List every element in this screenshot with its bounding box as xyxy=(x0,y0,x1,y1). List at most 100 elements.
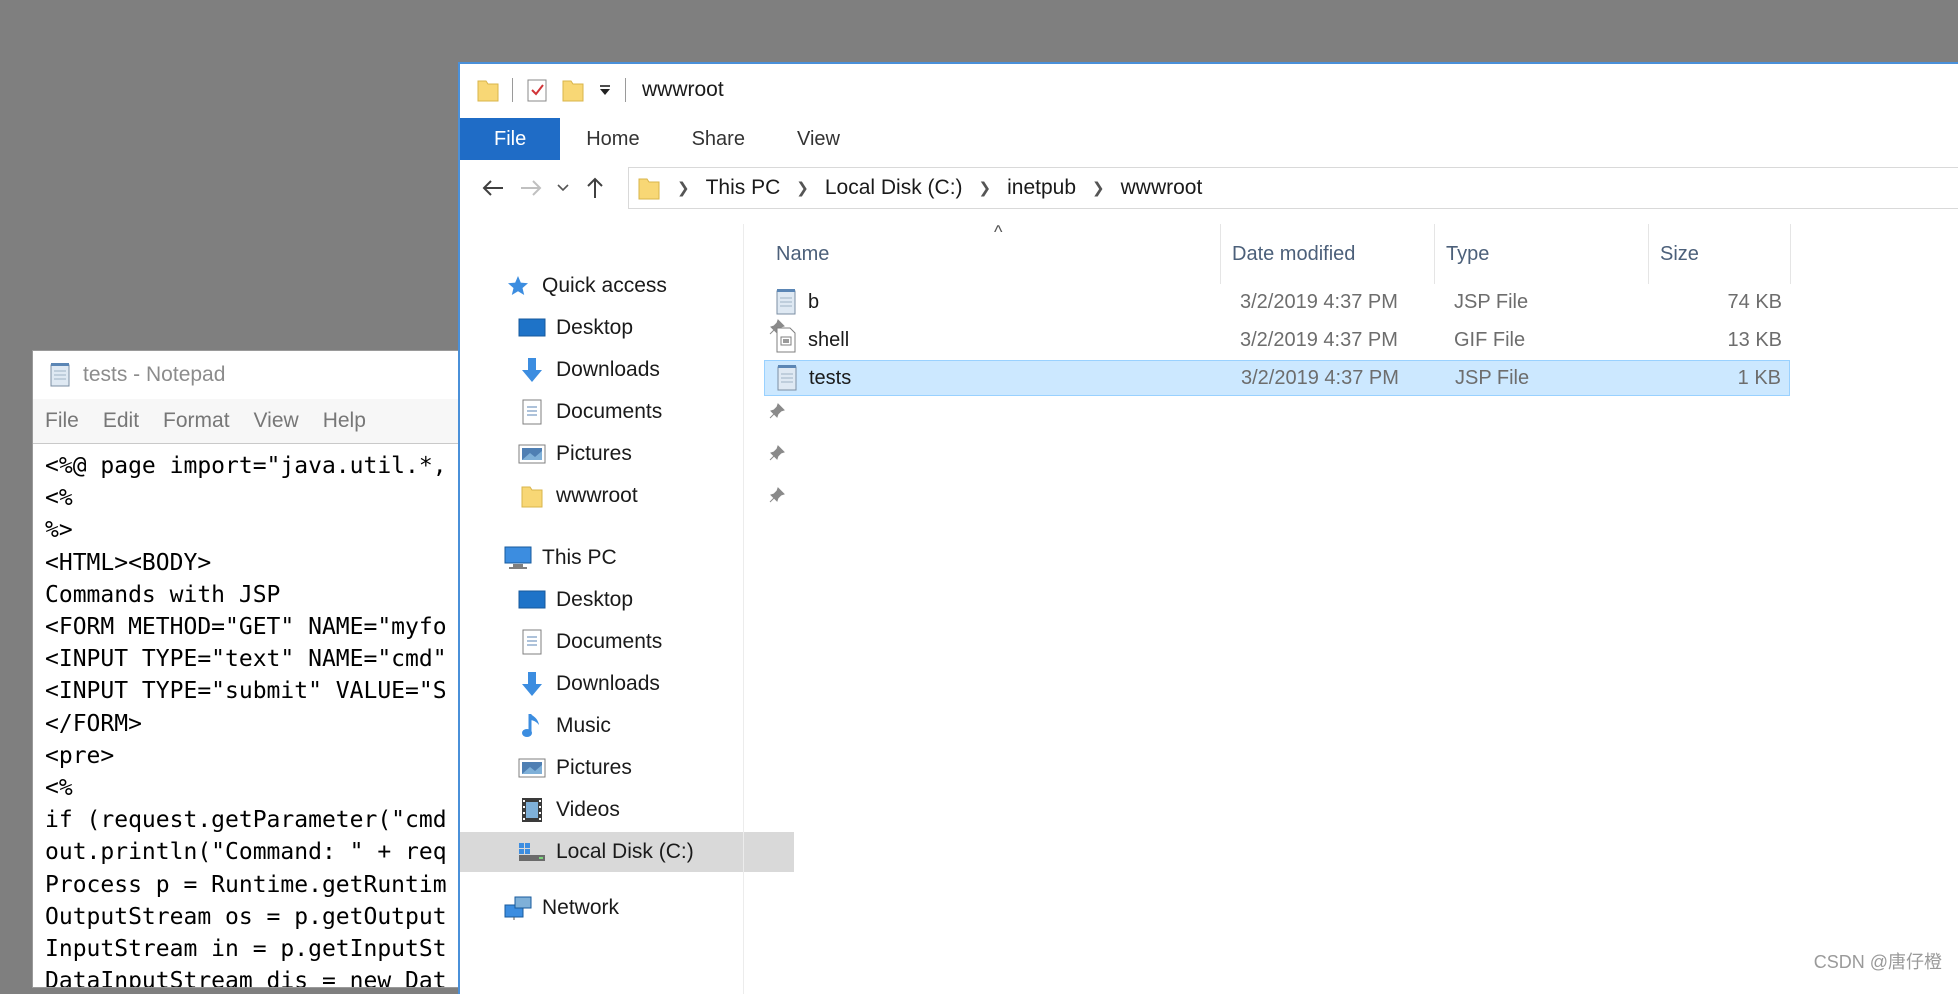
navigation-pane: Quick access Desktop Downloads Documents xyxy=(460,224,794,994)
file-date: 3/2/2019 4:37 PM xyxy=(1240,328,1398,351)
window-title: wwwroot xyxy=(642,78,724,101)
customize-toolbar-icon[interactable] xyxy=(597,82,613,98)
code-line: <INPUT TYPE="text" NAME="cmd" xyxy=(45,646,447,673)
watermark: CSDN @唐仔橙 xyxy=(1813,952,1942,972)
gif-file-icon xyxy=(776,327,796,353)
back-button[interactable] xyxy=(474,179,512,197)
properties-icon[interactable] xyxy=(525,77,549,103)
forward-button[interactable] xyxy=(512,179,550,197)
column-header-name[interactable]: Name xyxy=(764,224,1220,284)
notepad-menu-view[interactable]: View xyxy=(254,409,299,433)
tab-view[interactable]: View xyxy=(771,118,866,160)
chevron-right-icon[interactable]: ❯ xyxy=(979,179,992,197)
code-line: <HTML><BODY> xyxy=(45,549,212,576)
jsp-file-icon xyxy=(776,289,796,315)
chevron-right-icon: ❯ xyxy=(677,180,690,197)
nav-network[interactable]: Network xyxy=(460,888,780,928)
notepad-text-area[interactable]: <%@ page import="java.util.*, <% %> <HTML><… xyxy=(33,443,473,987)
code-line: </FORM> xyxy=(45,710,142,737)
notepad-title: tests - Notepad xyxy=(83,363,226,386)
column-header-type[interactable]: Type xyxy=(1434,224,1648,284)
nav-quick-access[interactable]: Quick access xyxy=(460,266,780,306)
column-divider[interactable] xyxy=(1790,224,1791,284)
notepad-titlebar[interactable]: tests - Notepad xyxy=(33,351,473,399)
code-line: <FORM METHOD="GET" NAME="myfo xyxy=(45,614,447,641)
chevron-right-icon[interactable]: ❯ xyxy=(796,179,809,197)
explorer-window[interactable]: wwwroot File Home Share View ❯ This PC ❯… xyxy=(458,62,1958,994)
notepad-menubar: File Edit Format View Help xyxy=(33,399,473,443)
file-date: 3/2/2019 4:37 PM xyxy=(1241,366,1399,389)
code-line: OutputStream os = p.getOutput xyxy=(45,903,447,930)
file-row[interactable]: b 3/2/2019 4:37 PM JSP File 74 KB xyxy=(764,284,1790,320)
forward-arrow-icon xyxy=(521,180,542,196)
file-name: tests xyxy=(809,366,852,389)
nav-label: Downloads xyxy=(556,358,660,381)
address-row: ❯ This PC ❯ Local Disk (C:) ❯ inetpub ❯ … xyxy=(460,160,1958,216)
code-line: <INPUT TYPE="submit" VALUE="S xyxy=(45,678,447,705)
chevron-right-icon[interactable]: ❯ xyxy=(1092,179,1105,197)
ribbon-tabs: File Home Share View xyxy=(460,118,1958,161)
file-row-selected[interactable]: tests 3/2/2019 4:37 PM JSP File 1 KB xyxy=(764,360,1790,396)
breadcrumb-inetpub[interactable]: inetpub xyxy=(1007,176,1076,200)
nav-label: Network xyxy=(542,896,620,919)
breadcrumb-wwwroot[interactable]: wwwroot xyxy=(1121,176,1203,200)
breadcrumb-this-pc[interactable]: This PC xyxy=(706,176,781,200)
code-line: <%@ page import="java.util.*, xyxy=(45,453,447,479)
file-list-pane: ^ Name Date modified Type Size b 3/2/201… xyxy=(744,222,1958,994)
notepad-menu-edit[interactable]: Edit xyxy=(103,409,139,433)
nav-label: Pictures xyxy=(556,756,632,779)
recent-locations-button[interactable] xyxy=(550,184,576,192)
videos-icon xyxy=(516,796,548,824)
explorer-titlebar[interactable]: wwwroot xyxy=(460,64,1958,116)
toolbar-separator xyxy=(512,78,513,102)
notepad-menu-file[interactable]: File xyxy=(45,409,79,433)
notepad-menu-format[interactable]: Format xyxy=(163,409,230,433)
star-icon xyxy=(502,272,534,300)
code-line: <pre> xyxy=(45,742,115,769)
tab-file[interactable]: File xyxy=(460,118,561,160)
documents-icon xyxy=(516,628,548,656)
file-row[interactable]: shell 3/2/2019 4:37 PM GIF File 13 KB xyxy=(764,322,1790,358)
file-date: 3/2/2019 4:37 PM xyxy=(1240,290,1398,313)
file-name: b xyxy=(808,290,820,313)
up-button[interactable] xyxy=(576,177,614,199)
file-size: 74 KB xyxy=(1727,290,1782,313)
address-bar[interactable]: ❯ This PC ❯ Local Disk (C:) ❯ inetpub ❯ … xyxy=(628,167,1958,209)
nav-this-pc[interactable]: This PC xyxy=(460,538,780,578)
pictures-icon xyxy=(516,440,548,468)
documents-icon xyxy=(516,398,548,426)
code-line: Process p = Runtime.getRuntim xyxy=(45,871,447,898)
nav-label: This PC xyxy=(542,546,617,569)
music-icon xyxy=(516,712,548,740)
network-icon xyxy=(502,894,534,922)
back-arrow-icon xyxy=(482,180,503,196)
nav-label: Local Disk (C:) xyxy=(556,840,694,863)
tab-home[interactable]: Home xyxy=(560,118,665,160)
file-name-cell: shell xyxy=(774,326,849,354)
column-header-size[interactable]: Size xyxy=(1648,224,1790,284)
code-line: DataInputStream dis = new Dat xyxy=(45,968,447,988)
notepad-menu-help[interactable]: Help xyxy=(323,409,366,433)
file-name: shell xyxy=(808,328,850,351)
nav-label: Documents xyxy=(556,630,663,653)
nav-label: Downloads xyxy=(556,672,660,695)
computer-icon xyxy=(502,544,534,572)
breadcrumb-local-disk[interactable]: Local Disk (C:) xyxy=(825,176,963,200)
new-folder-icon[interactable] xyxy=(561,77,585,103)
code-line: <% xyxy=(45,775,73,802)
chevron-down-icon xyxy=(557,184,569,192)
notepad-window[interactable]: tests - Notepad File Edit Format View He… xyxy=(32,350,474,988)
toolbar-separator xyxy=(625,78,626,102)
code-line: %> xyxy=(45,517,73,544)
folder-icon xyxy=(476,77,500,103)
nav-label: Desktop xyxy=(556,588,634,611)
folder-icon xyxy=(516,482,548,510)
code-line: InputStream in = p.getInputSt xyxy=(45,936,447,963)
downloads-icon xyxy=(516,356,548,384)
folder-icon xyxy=(638,178,660,200)
nav-label: wwwroot xyxy=(556,484,638,507)
nav-label: Documents xyxy=(556,400,663,423)
column-header-date[interactable]: Date modified xyxy=(1220,224,1434,284)
nav-label: Quick access xyxy=(542,274,667,297)
tab-share[interactable]: Share xyxy=(666,118,771,160)
